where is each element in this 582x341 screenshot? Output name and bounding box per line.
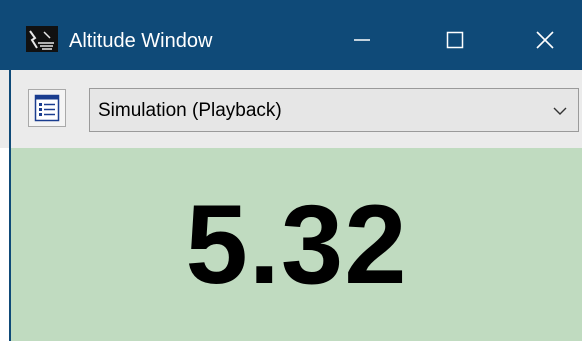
chevron-down-icon xyxy=(553,107,567,115)
data-source-value: Simulation (Playback) xyxy=(98,100,282,121)
close-button[interactable] xyxy=(522,20,568,60)
close-icon xyxy=(536,31,554,49)
altitude-window: Altitude Window Simulation (Playback) 5.… xyxy=(0,0,582,341)
list-icon xyxy=(34,94,60,122)
window-title: Altitude Window xyxy=(69,30,213,52)
list-view-button[interactable] xyxy=(28,89,66,127)
maximize-icon xyxy=(446,31,464,49)
altitude-readout: 5.32 xyxy=(185,182,408,307)
app-icon xyxy=(26,26,58,52)
minimize-icon xyxy=(354,39,370,41)
maximize-button[interactable] xyxy=(432,20,478,60)
data-source-select[interactable]: Simulation (Playback) xyxy=(89,88,579,132)
title-bar[interactable]: Altitude Window xyxy=(0,0,582,70)
minimize-button[interactable] xyxy=(339,20,385,60)
altitude-display-panel: 5.32 xyxy=(11,148,582,341)
